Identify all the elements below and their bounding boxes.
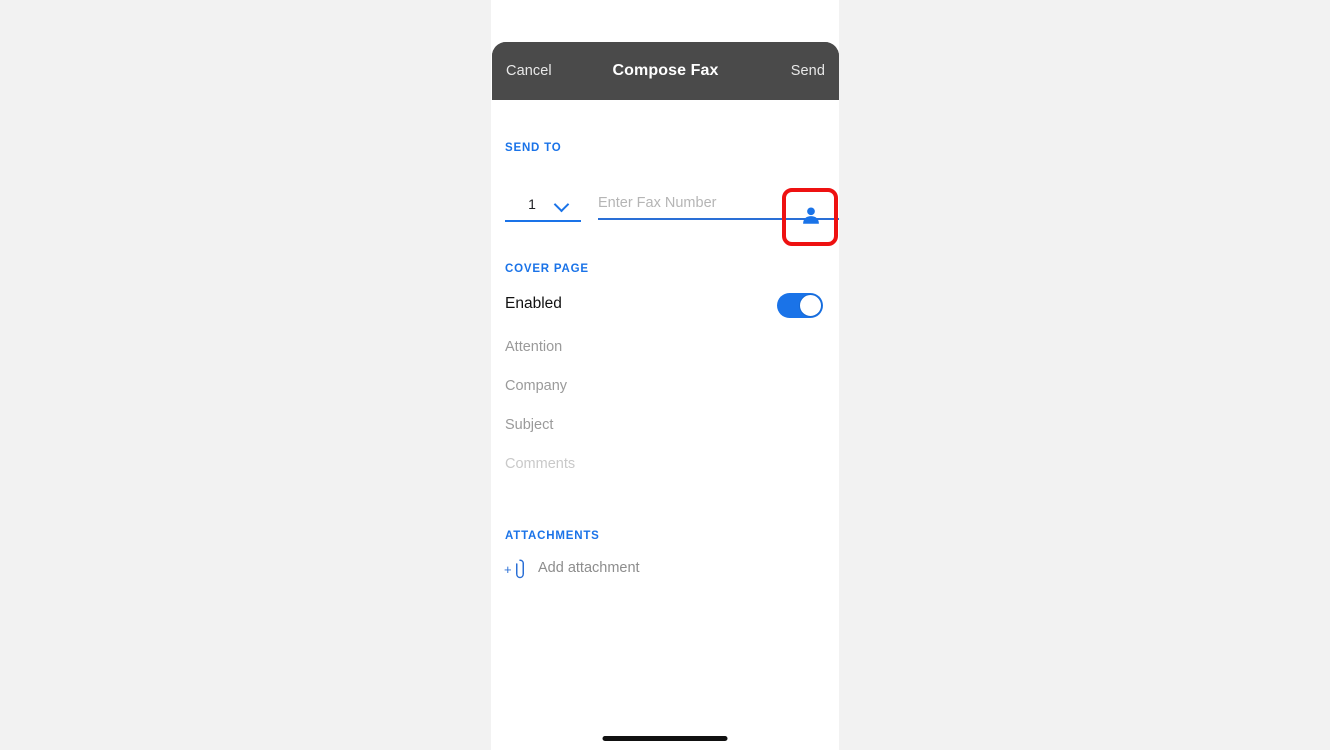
cover-page-enabled-row: Enabled bbox=[491, 292, 839, 322]
section-header-send-to: SEND TO bbox=[505, 142, 562, 154]
phone-screen: Cancel Compose Fax Send SEND TO 1 COVER … bbox=[491, 0, 839, 750]
section-header-attachments: ATTACHMENTS bbox=[505, 530, 600, 542]
form-content: SEND TO 1 COVER PAGE Enabled Attention C… bbox=[491, 100, 839, 750]
send-button[interactable]: Send bbox=[791, 63, 825, 79]
status-bar bbox=[491, 0, 839, 42]
subject-field[interactable]: Subject bbox=[505, 417, 553, 433]
recipient-count-select[interactable]: 1 bbox=[505, 188, 581, 222]
contact-picker-highlight[interactable] bbox=[782, 188, 838, 246]
company-field[interactable]: Company bbox=[505, 378, 567, 394]
paperclip-icon bbox=[516, 559, 524, 579]
plus-icon: + bbox=[504, 562, 512, 577]
cancel-button[interactable]: Cancel bbox=[506, 63, 552, 79]
chevron-down-icon bbox=[553, 196, 570, 213]
cover-page-enabled-label: Enabled bbox=[505, 295, 562, 312]
add-attachment-label: Add attachment bbox=[538, 560, 640, 576]
cover-page-toggle[interactable] bbox=[777, 293, 823, 318]
home-indicator bbox=[602, 736, 728, 741]
attention-field[interactable]: Attention bbox=[505, 339, 562, 355]
recipient-count-value: 1 bbox=[528, 196, 536, 212]
toggle-knob bbox=[799, 294, 822, 317]
comments-field[interactable]: Comments bbox=[505, 456, 575, 472]
navigation-bar: Cancel Compose Fax Send bbox=[492, 42, 839, 100]
add-attachment-button[interactable]: + Add attachment bbox=[491, 558, 839, 584]
section-header-cover-page: COVER PAGE bbox=[505, 263, 589, 275]
